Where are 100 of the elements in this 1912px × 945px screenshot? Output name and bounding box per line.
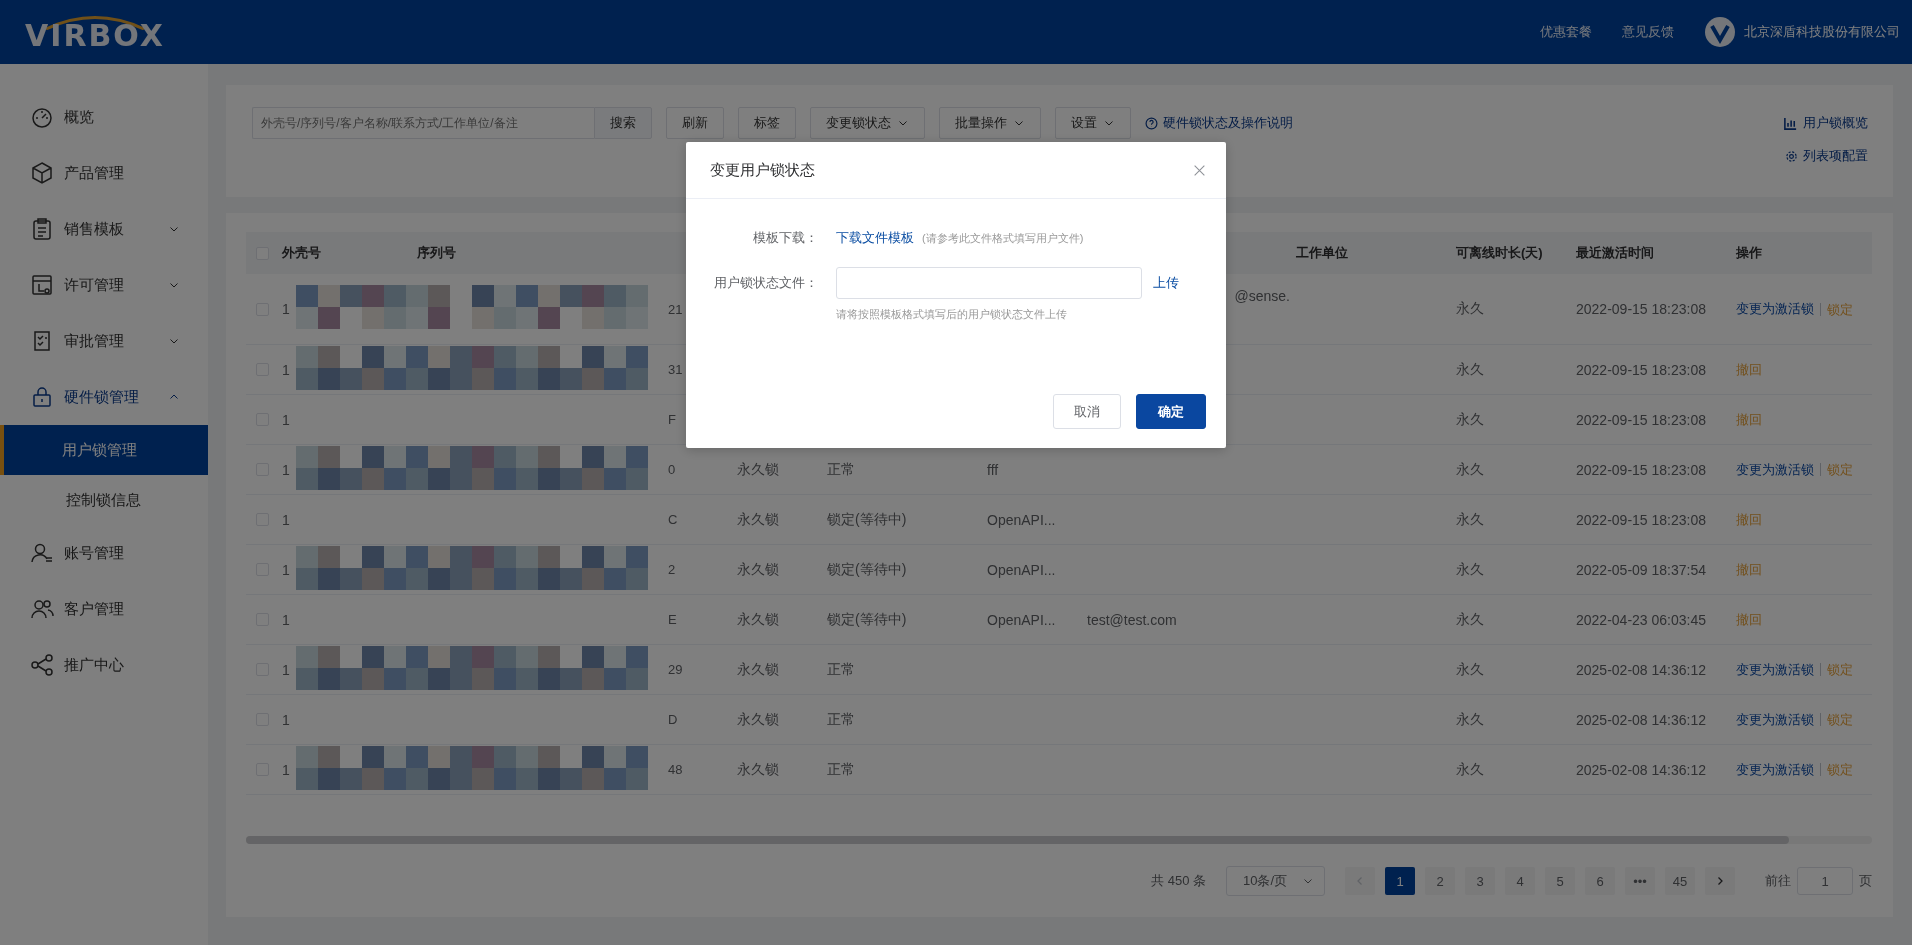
table-cell: 永久锁 [737, 560, 779, 579]
page-suffix: 页 [1859, 872, 1872, 890]
table-cell: 永久锁 [737, 460, 779, 479]
table-cell: 1 [282, 301, 290, 317]
page-button[interactable]: 4 [1505, 867, 1535, 895]
sidebar-subitem[interactable]: 控制锁信息 [0, 475, 208, 525]
table-cell: OpenAPI... [987, 611, 1056, 628]
dropdown-button[interactable]: 变更锁状态 [810, 107, 925, 139]
dropdown-button[interactable]: 批量操作 [939, 107, 1041, 139]
close-icon[interactable] [1193, 163, 1206, 177]
table-cell: 永久 [1456, 560, 1484, 579]
table-cell: 1 [282, 361, 290, 378]
user-icon [30, 541, 54, 565]
table-cell: 永久锁 [737, 710, 779, 729]
next-page-button[interactable] [1705, 867, 1735, 895]
column-header: 工作单位 [1296, 244, 1348, 262]
help-icon [1145, 116, 1158, 130]
field-label: 模板下载： [752, 229, 818, 247]
table-cell: 正常 [827, 760, 855, 779]
company-logo-icon [1704, 16, 1736, 48]
table-cell: OpenAPI... [987, 561, 1056, 578]
table-cell: 2022-04-23 06:03:45 [1576, 611, 1706, 628]
column-header: 操作 [1736, 244, 1762, 262]
document-icon [30, 273, 54, 297]
clipboard-icon [30, 217, 54, 241]
table-cell: 永久 [1456, 660, 1484, 679]
table-cell: 永久锁 [737, 510, 779, 529]
search-field[interactable]: 外壳号/序列号/客户名称/联系方式/工作单位/备注 [252, 107, 594, 139]
table-cell: 1 [282, 661, 290, 678]
page-button[interactable]: 3 [1465, 867, 1495, 895]
table-cell: OpenAPI... [987, 511, 1056, 528]
page-button[interactable]: 2 [1425, 867, 1455, 895]
file-path-field[interactable] [836, 267, 1142, 299]
dialog-title: 变更用户锁状态 [710, 160, 815, 180]
sidebar-item[interactable]: 销售模板 [0, 201, 208, 257]
sidebar-item[interactable]: 账号管理 [0, 525, 208, 581]
column-settings-link[interactable]: 列表项配置 [1785, 147, 1868, 165]
table-cell: 永久 [1456, 510, 1484, 529]
company-name: 北京深盾科技股份有限公司 [1744, 23, 1900, 41]
page-button[interactable]: 45 [1665, 867, 1695, 895]
sidebar-item[interactable]: 许可管理 [0, 257, 208, 313]
action-link[interactable]: 变更为激活锁 [1736, 460, 1814, 479]
column-header: 外壳号 [282, 244, 321, 262]
search-button[interactable]: 搜索 [594, 107, 652, 139]
brand-logo: VIRBOX [25, 15, 165, 50]
header-link[interactable]: 优惠套餐 [1540, 23, 1592, 41]
table-cell: 永久 [1456, 760, 1484, 779]
confirm-button[interactable]: 确定 [1136, 394, 1206, 429]
table-cell: 永久 [1456, 410, 1484, 429]
table-cell: 正常 [827, 460, 855, 479]
table-cell: 31 [668, 362, 683, 377]
sidebar-subitem[interactable]: 用户锁管理 [0, 425, 208, 475]
table-cell: 29 [668, 662, 683, 677]
header-link[interactable]: 意见反馈 [1622, 23, 1674, 41]
page-size-select[interactable]: 10条/页 [1226, 866, 1325, 896]
table-cell: 永久 [1456, 460, 1484, 479]
download-template-link[interactable]: 下载文件模板 [836, 229, 914, 247]
sidebar-item[interactable]: 产品管理 [0, 145, 208, 201]
page-button[interactable]: 6 [1585, 867, 1615, 895]
toolbar-button[interactable]: 刷新 [666, 107, 724, 139]
field-help-text: 请将按照模板格式填写后的用户锁状态文件上传 [836, 307, 1068, 322]
page-button[interactable]: 5 [1545, 867, 1575, 895]
cancel-button[interactable]: 取消 [1053, 394, 1121, 429]
cube-icon [30, 161, 54, 185]
table-cell: 正常 [827, 660, 855, 679]
page-button[interactable]: 1 [1385, 867, 1415, 895]
table-cell: 永久锁 [737, 760, 779, 779]
action-link[interactable]: 变更为激活锁 [1736, 300, 1814, 318]
table-cell: 1 [282, 411, 290, 428]
goto-label: 前往 [1765, 872, 1791, 890]
column-header: 最近激活时间 [1576, 244, 1654, 262]
table-cell: D [668, 712, 678, 727]
field-label: 用户锁状态文件： [713, 274, 818, 292]
table-cell: 2022-09-15 18:23:08 [1576, 301, 1706, 317]
toolbar-button[interactable]: 标签 [738, 107, 796, 139]
sidebar-item[interactable]: 概览 [0, 89, 208, 145]
help-link[interactable]: 硬件锁状态及操作说明 [1145, 114, 1293, 132]
sidebar-item[interactable]: 推广中心 [0, 637, 208, 693]
page-button[interactable]: ••• [1625, 867, 1655, 895]
previous-page-button[interactable] [1345, 867, 1375, 895]
table-cell: 永久锁 [737, 610, 779, 629]
gauge-icon [30, 105, 54, 129]
sidebar-item[interactable]: 客户管理 [0, 581, 208, 637]
users-icon [30, 597, 54, 621]
table-cell: 2022-09-15 18:23:08 [1576, 361, 1706, 378]
page-jump-field[interactable]: 1 [1797, 867, 1853, 895]
table-cell: 2022-09-15 18:23:08 [1576, 411, 1706, 428]
overview-link[interactable]: 用户锁概览 [1783, 114, 1868, 132]
upload-link[interactable]: 上传 [1153, 274, 1179, 292]
table-cell: 永久 [1456, 710, 1484, 729]
horizontal-scrollbar[interactable] [246, 836, 1789, 844]
sidebar-item[interactable]: 硬件锁管理 [0, 369, 208, 425]
sidebar-item[interactable]: 审批管理 [0, 313, 208, 369]
action-link[interactable]: 变更为激活锁 [1736, 710, 1814, 729]
action-link[interactable]: 变更为激活锁 [1736, 760, 1814, 779]
table-cell: 2022-09-15 18:23:08 [1576, 461, 1706, 478]
action-link[interactable]: 变更为激活锁 [1736, 660, 1814, 679]
table-cell: 正常 [827, 710, 855, 729]
bar-chart-icon [1783, 115, 1798, 131]
dropdown-button[interactable]: 设置 [1055, 107, 1131, 139]
